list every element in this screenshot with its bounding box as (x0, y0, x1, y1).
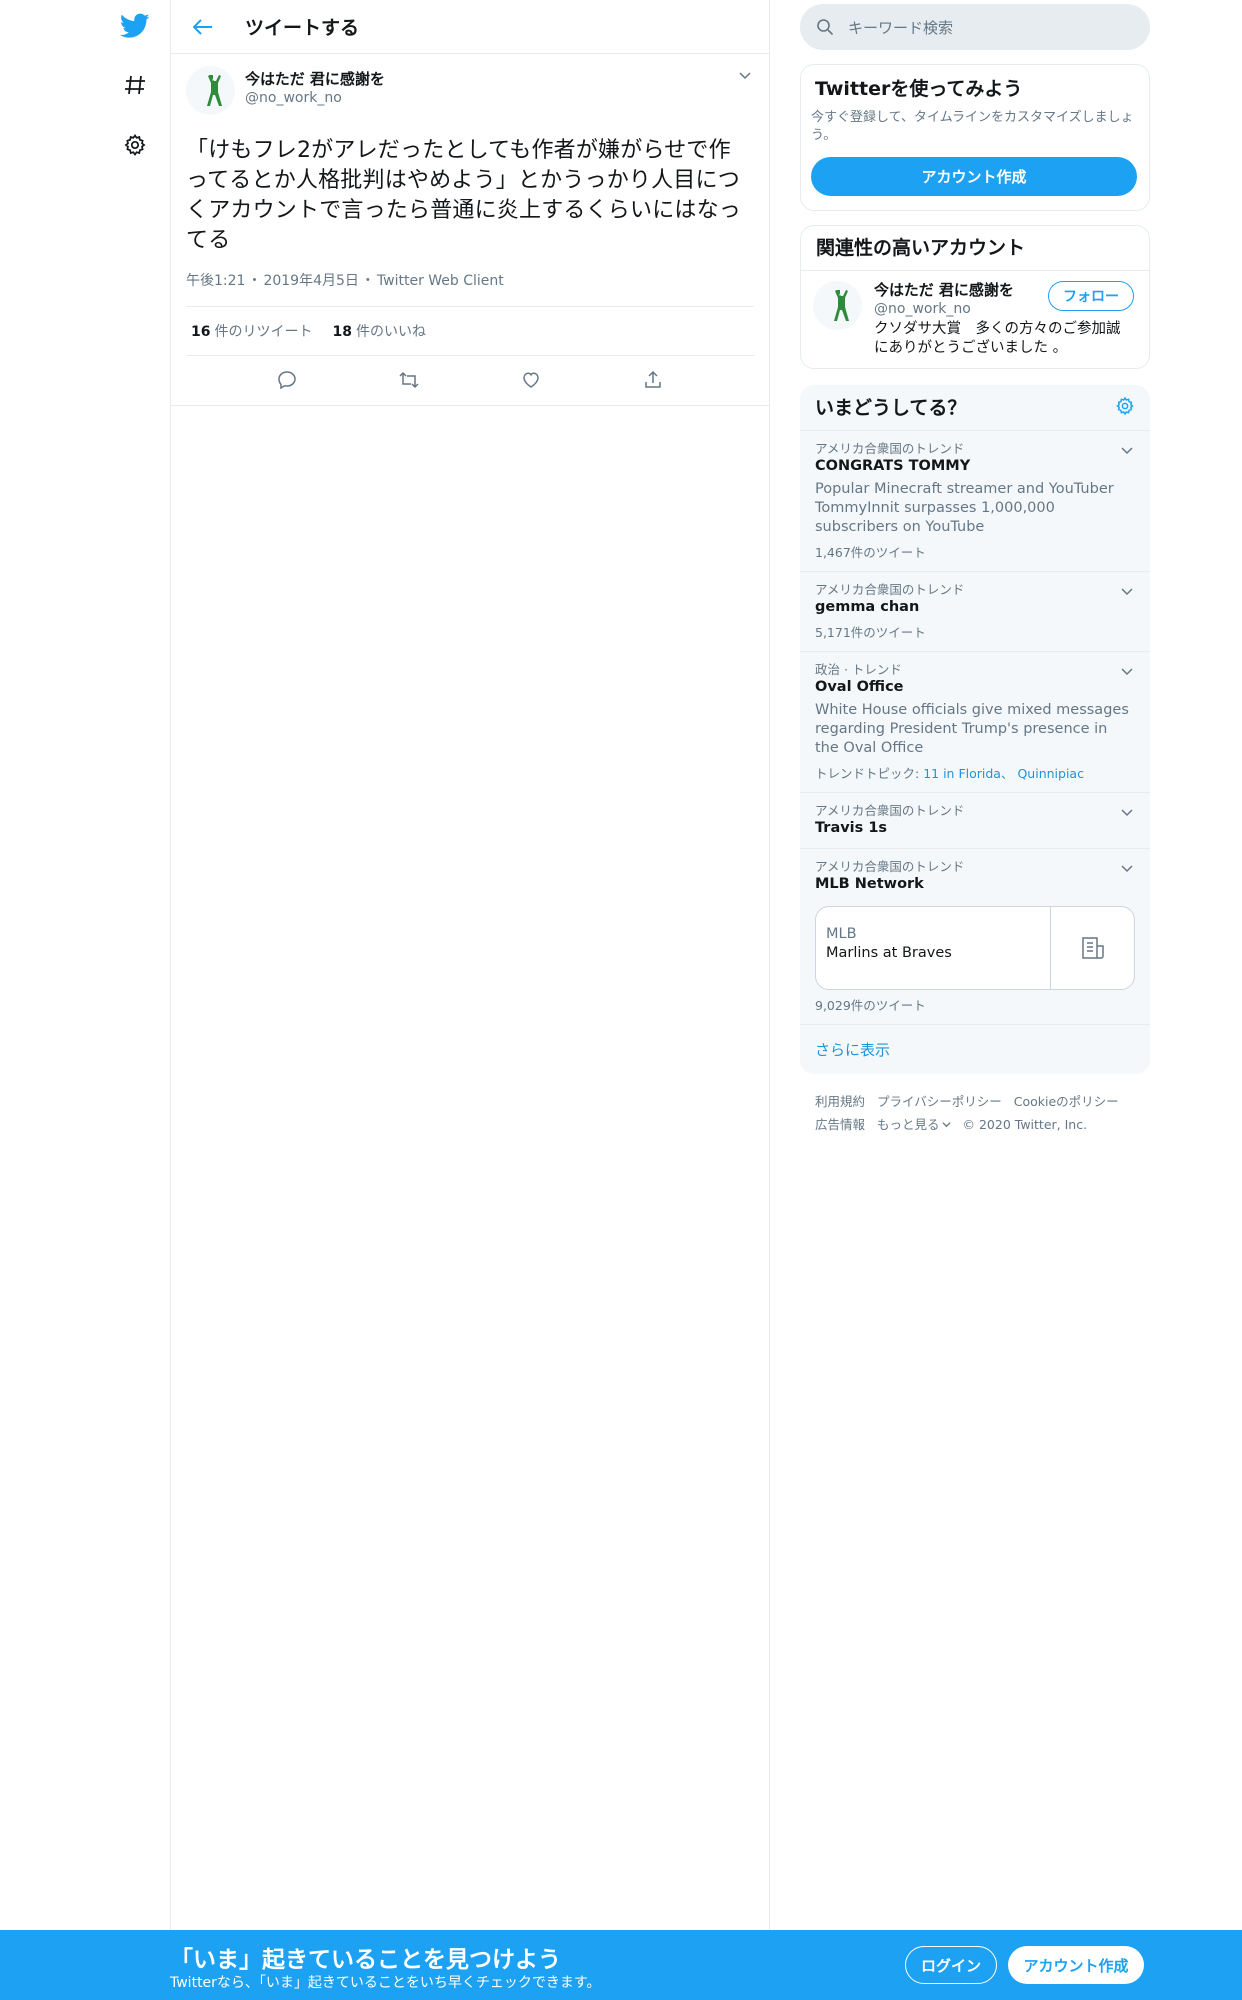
share-icon[interactable] (633, 360, 673, 400)
tweet-time[interactable]: 午後1:21 (186, 273, 245, 289)
trends-card: いまどうしてる？ アメリカ合衆国のトレンド CONGRATS TOMMY Pop… (800, 385, 1150, 1074)
retweet-count[interactable]: 16 件のリツイート (191, 321, 312, 341)
tweet: 今はただ 君に感謝を @no_work_no 「けもフレ2がアレだったとしても作… (171, 54, 769, 404)
twitter-bird-icon[interactable] (110, 1, 160, 51)
search-placeholder: キーワード検索 (848, 18, 954, 37)
footer-more-link[interactable]: もっと見る (877, 1117, 951, 1132)
footer-terms-link[interactable]: 利用規約 (815, 1094, 865, 1109)
right-sidebar: キーワード検索 Twitterを使ってみよう 今すぐ登録して、タイムラインをカス… (800, 0, 1150, 1152)
footer-copyright: © 2020 Twitter, Inc. (962, 1117, 1088, 1132)
main-header: ツイートする (171, 0, 769, 54)
tweet-source: Twitter Web Client (376, 273, 504, 289)
follow-button[interactable]: フォロー (1048, 281, 1134, 311)
trend-item[interactable]: アメリカ合衆国のトレンド CONGRATS TOMMY Popular Mine… (800, 431, 1150, 572)
search-input[interactable]: キーワード検索 (800, 4, 1150, 50)
back-arrow-icon[interactable] (173, 0, 233, 54)
chevron-down-icon (941, 1122, 951, 1128)
chevron-down-icon[interactable] (1120, 443, 1134, 462)
related-bio: クソダサ大賞 多くの方々のご参加誠にありがとうございました 。 (874, 321, 1121, 356)
trend-item[interactable]: アメリカ合衆国のトレンド Travis 1s (800, 793, 1150, 849)
signup-card: Twitterを使ってみよう 今すぐ登録して、タイムラインをカスタマイズしましょ… (800, 64, 1150, 211)
footer-ads-link[interactable]: 広告情報 (815, 1117, 865, 1132)
related-name[interactable]: 今はただ 君に感謝を (874, 281, 1014, 300)
trend-topic-link[interactable]: Quinnipiac (1017, 766, 1084, 781)
search-icon (817, 19, 834, 36)
event-league: MLB (826, 926, 857, 942)
trends-title: いまどうしてる？ (815, 396, 967, 419)
banner-signup-button[interactable]: アカウント作成 (1008, 1946, 1144, 1984)
chevron-down-icon[interactable] (1120, 805, 1134, 824)
login-button[interactable]: ログイン (905, 1946, 997, 1984)
banner-title: 「いま」起きていることを見つけよう (170, 1947, 561, 1973)
footer-cookie-link[interactable]: Cookieのポリシー (1014, 1094, 1119, 1109)
hashtag-icon[interactable] (110, 60, 160, 110)
related-handle[interactable]: @no_work_no (874, 300, 1014, 318)
gear-icon[interactable] (110, 120, 160, 170)
page-title: ツイートする (245, 17, 360, 39)
like-icon[interactable] (511, 360, 551, 400)
signup-banner: 「いま」起きていることを見つけよう Twitterなら、「いま」起きていることを… (0, 1930, 1242, 2000)
banner-subtitle: Twitterなら、「いま」起きていることをいち早くチェックできます。 (170, 1975, 601, 1991)
reply-icon[interactable] (267, 360, 307, 400)
show-more-link[interactable]: さらに表示 (800, 1025, 1150, 1074)
trend-item[interactable]: 政治 · トレンド Oval Office White House offici… (800, 652, 1150, 793)
trend-item[interactable]: アメリカ合衆国のトレンド MLB Network MLB Marlins at … (800, 849, 1150, 1025)
related-avatar[interactable] (813, 281, 862, 330)
chevron-down-icon[interactable] (738, 66, 754, 87)
chevron-down-icon[interactable] (1120, 861, 1134, 880)
article-icon (1050, 907, 1134, 989)
related-accounts-card: 関連性の高いアカウント 今はただ 君に感謝を @no_work_no フォロー … (800, 225, 1150, 369)
chevron-down-icon[interactable] (1120, 664, 1134, 683)
like-count[interactable]: 18 件のいいね (332, 321, 425, 341)
footer-privacy-link[interactable]: プライバシーポリシー (877, 1094, 1002, 1109)
tweet-text: 「けもフレ2がアレだったとしても作者が嫌がらせで作ってるとか人格批判はやめよう」… (186, 138, 742, 253)
tweet-date[interactable]: 2019年4月5日 (263, 273, 358, 289)
footer: 利用規約 プライバシーポリシー Cookieのポリシー 広告情報 もっと見る ©… (800, 1074, 1150, 1152)
retweet-icon[interactable] (389, 360, 429, 400)
create-account-button[interactable]: アカウント作成 (811, 157, 1137, 196)
related-title: 関連性の高いアカウント (816, 237, 1026, 259)
main-column: ツイートする 今はただ 君に感謝を @no_work_no 「けもフレ2がアレだ… (170, 0, 770, 1930)
tweet-meta: 午後1:21 ・ 2019年4月5日・ Twitter Web Client (186, 273, 504, 289)
trend-topics: トレンドトピック: 11 in Florida、 Quinnipiac (815, 766, 1084, 781)
trend-item[interactable]: アメリカ合衆国のトレンド gemma chan 5,171件のツイート (800, 572, 1150, 652)
avatar[interactable] (186, 66, 235, 115)
event-title: Marlins at Braves (826, 945, 952, 961)
chevron-down-icon[interactable] (1120, 584, 1134, 603)
signup-card-subtitle: 今すぐ登録して、タイムラインをカスタマイズしましょう。 (811, 110, 1134, 143)
tweet-stats: 16 件のリツイート 18 件のいいね (186, 306, 754, 356)
signup-card-title: Twitterを使ってみよう (815, 78, 1023, 100)
trend-topic-link[interactable]: 11 in Florida (923, 766, 1001, 781)
event-card[interactable]: MLB Marlins at Braves (815, 906, 1135, 990)
author-name[interactable]: 今はただ 君に感謝を (245, 70, 385, 89)
author-handle[interactable]: @no_work_no (245, 89, 385, 107)
trends-settings-gear-icon[interactable] (1115, 396, 1135, 420)
tweet-actions (186, 356, 754, 404)
